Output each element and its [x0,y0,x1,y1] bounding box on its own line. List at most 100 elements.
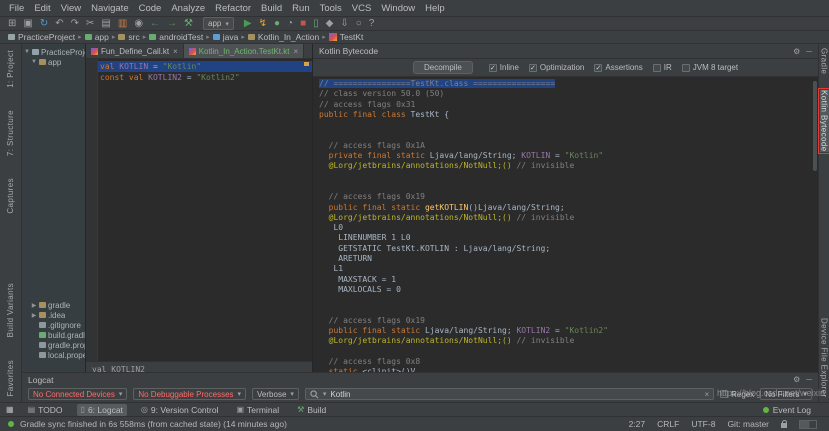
open-icon[interactable]: ⊞ [8,19,16,29]
menu-view[interactable]: View [56,3,86,14]
log-level-select[interactable]: Verbose▾ [252,388,299,400]
breadcrumb-item-java[interactable]: java [213,32,239,42]
search-options-icon[interactable]: ▾ [323,390,327,398]
stop-icon[interactable]: ■ [300,19,306,29]
menu-tools[interactable]: Tools [315,3,347,14]
tree-expand-icon[interactable]: ▶ [31,312,37,319]
checkbox-optimization[interactable]: ✓Optimization [529,63,584,72]
tool-strip-build-variants[interactable]: Build Variants [6,283,15,337]
hide-icon[interactable]: ─ [806,375,812,384]
menu-help[interactable]: Help [420,3,450,14]
copy-icon[interactable]: ▤ [101,19,110,29]
editor-tab-fun-define-call-kt[interactable]: Fun_Define_Call.kt× [86,44,184,58]
gear-icon[interactable]: ⚙ [793,47,800,56]
project-tree-item-gradle[interactable]: ▶gradle [22,300,85,310]
run-config-select[interactable]: app▾ [203,17,234,30]
tool-strip-captures[interactable]: Captures [6,178,15,214]
bytecode-code-area[interactable]: // ================TestKt.class ========… [313,77,818,372]
toolwindow-button-todo[interactable]: ▤TODO [24,404,67,416]
profiler-icon[interactable]: ◔ [287,19,293,29]
tool-strip-kotlin-bytecode[interactable]: Kotlin Bytecode [820,90,829,152]
menu-refactor[interactable]: Refactor [210,3,256,14]
project-tree-item-gitignore[interactable]: .gitignore [22,320,85,330]
toolwindow-switcher-icon[interactable]: ▦ [6,405,14,414]
toolwindow-button-6-logcat[interactable]: ▯6: Logcat [77,404,127,416]
save-all-icon[interactable]: ▣ [23,19,32,29]
project-tree-item-local-properties[interactable]: local.properties [22,350,85,360]
project-tree-item-practiceproject[interactable]: ▼PracticeProject [22,47,85,57]
tool-strip-gradle[interactable]: Gradle [820,48,829,74]
project-tree-item-build-gradle[interactable]: build.gradle [22,330,85,340]
menu-build[interactable]: Build [256,3,287,14]
forward-icon[interactable]: → [167,19,177,29]
status-2-27[interactable]: 2:27 [629,419,646,429]
build-hammer-icon[interactable]: ⚒ [184,19,193,29]
paste-icon[interactable]: ▥ [118,19,127,29]
status-crlf[interactable]: CRLF [657,419,679,429]
checkbox-assertions[interactable]: ✓Assertions [594,63,642,72]
filters-select[interactable]: No Filters▾ [760,388,812,400]
menu-navigate[interactable]: Navigate [86,3,134,14]
tool-strip-favorites[interactable]: Favorites [6,360,15,397]
tool-strip-7-structure[interactable]: 7: Structure [6,110,15,156]
hide-icon[interactable]: ─ [806,47,812,56]
process-select[interactable]: No Debuggable Processes▾ [133,388,246,400]
menu-analyze[interactable]: Analyze [166,3,210,14]
decompile-button[interactable]: Decompile [413,61,473,74]
breadcrumb-item-practiceproject[interactable]: PracticeProject [8,32,75,42]
breadcrumb-item-src[interactable]: src [118,32,139,42]
sync-gradle-icon[interactable]: ◆ [326,19,334,29]
breadcrumb-item-androidtest[interactable]: androidTest [149,32,203,42]
cut-icon[interactable]: ✂ [86,19,94,29]
undo-icon[interactable]: ↶ [55,19,63,29]
search-everywhere-icon[interactable]: ○ [356,19,362,29]
help-icon[interactable]: ? [369,19,375,29]
toolwindow-button-build[interactable]: ⚒Build [293,404,330,416]
sync-icon[interactable]: ↻ [40,19,48,29]
tree-expand-icon[interactable]: ▼ [31,59,37,65]
tool-strip-1-project[interactable]: 1: Project [6,50,15,88]
menu-file[interactable]: File [4,3,29,14]
breadcrumb-item-testkt[interactable]: TestKt [329,32,364,42]
avd-manager-icon[interactable]: ▯ [313,19,319,29]
project-tree-item-idea[interactable]: ▶.idea [22,310,85,320]
lock-icon[interactable] [781,423,787,428]
status-utf-8[interactable]: UTF-8 [691,419,715,429]
error-stripe-mark[interactable] [304,62,309,66]
tool-strip-device-file-explorer[interactable]: Device File Explorer [820,318,829,398]
checkbox-inline[interactable]: ✓Inline [489,63,519,72]
device-select[interactable]: No Connected Devices▾ [28,388,127,400]
menu-run[interactable]: Run [287,3,314,14]
back-icon[interactable]: ← [150,19,160,29]
breadcrumb-item-app[interactable]: app [85,32,109,42]
checkbox-ir[interactable]: IR [653,63,672,72]
run-icon[interactable]: ▶ [244,19,252,29]
close-tab-icon[interactable]: × [173,47,178,56]
event-log-button[interactable]: Event Log [759,404,815,416]
apply-changes-icon[interactable]: ↯ [259,19,267,29]
clear-search-icon[interactable]: × [704,390,709,399]
menu-window[interactable]: Window [376,3,420,14]
editor-code-area[interactable]: val KOTLIN = "Kotlin"const val KOTLIN2 =… [86,59,312,361]
memory-indicator[interactable] [799,420,817,429]
logcat-search-input[interactable]: ▾ Kotlin × [305,388,714,400]
tree-expand-icon[interactable]: ▼ [24,49,30,55]
menu-code[interactable]: Code [134,3,167,14]
debug-icon[interactable]: ● [274,19,280,29]
editor-pane[interactable]: Fun_Define_Call.kt×Kotlin_In_Action.Test… [86,44,312,372]
menu-vcs[interactable]: VCS [347,3,377,14]
toolwindow-button-terminal[interactable]: ▣Terminal [232,404,283,416]
find-icon[interactable]: ◉ [134,19,143,29]
status-git-master[interactable]: Git: master [727,419,769,429]
checkbox-jvm-8-target[interactable]: JVM 8 target [682,63,738,72]
gear-icon[interactable]: ⚙ [793,375,800,384]
toolwindow-button-9-version-control[interactable]: ◎9: Version Control [137,404,223,416]
sdk-manager-icon[interactable]: ⇩ [340,19,348,29]
tree-expand-icon[interactable]: ▶ [31,302,37,309]
project-tree-item-app[interactable]: ▼app [22,57,85,67]
regex-checkbox[interactable]: Regex [720,390,754,399]
breadcrumb-item-kotlin-in-action[interactable]: Kotlin_In_Action [248,32,319,42]
editor-tab-kotlin-in-action-testkt-kt[interactable]: Kotlin_In_Action.TestKt.kt× [184,44,304,58]
close-tab-icon[interactable]: × [293,47,298,56]
redo-icon[interactable]: ↷ [71,19,79,29]
